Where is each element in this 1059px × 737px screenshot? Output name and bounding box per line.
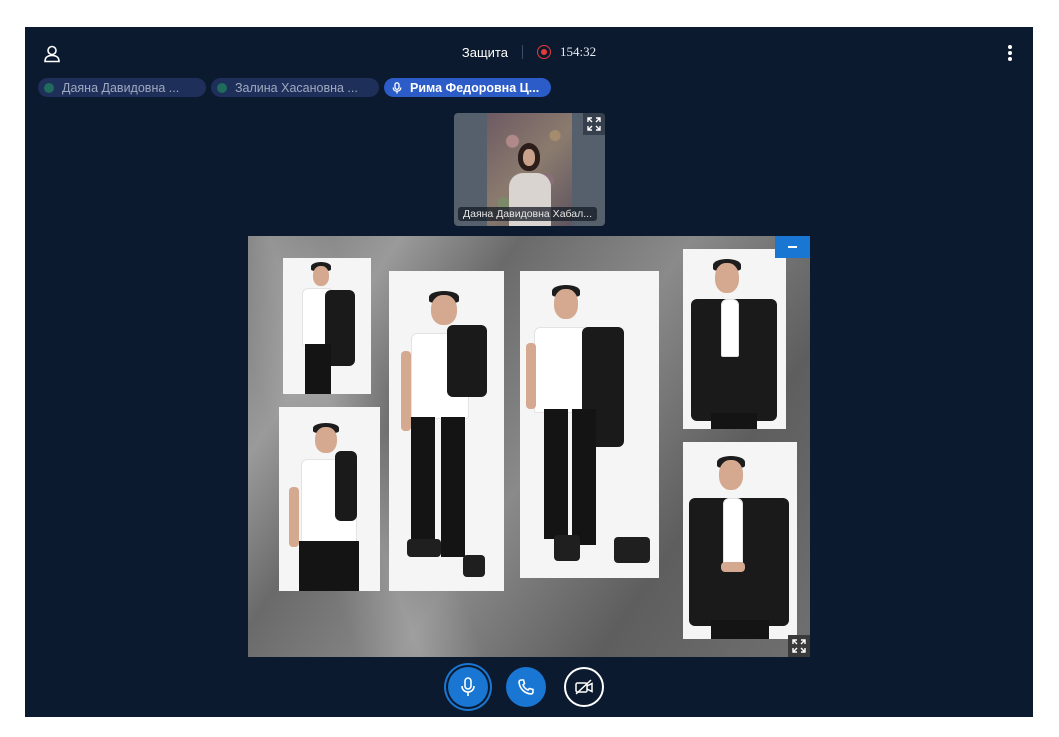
collage-photo [389,271,504,591]
participant-chips: Даяна Давидовна ... Залина Хасановна ...… [38,78,551,97]
title-group: Защита 154:32 [25,44,1033,60]
phone-icon [518,679,534,695]
expand-icon[interactable] [583,113,605,135]
call-controls [448,667,604,707]
participant-name: Рима Федоровна Ц... [410,80,540,95]
camera-button[interactable] [564,667,604,707]
minimize-icon[interactable] [775,236,810,258]
collage-photo [283,258,371,394]
microphone-icon [392,81,402,93]
more-vertical-icon[interactable] [1007,45,1013,63]
microphone-icon [461,677,475,696]
participant-video-tile[interactable]: Даяна Давидовна Хабал... [454,113,605,226]
collage-photo [683,442,797,639]
status-dot-icon [44,82,54,93]
recording-icon [536,45,551,59]
collage-photo [520,271,659,578]
collage-photo [279,407,380,591]
video-tile-label: Даяна Давидовна Хабал... [458,207,598,221]
participant-chip[interactable]: Даяна Давидовна ... [38,78,206,97]
collage-photo [683,249,786,429]
participant-name: Залина Хасановна ... [235,80,358,95]
participant-name: Даяна Давидовна ... [62,80,180,95]
expand-icon[interactable] [788,635,810,657]
participant-chip-active[interactable]: Рима Федоровна Ц... [384,78,551,97]
camera-off-icon [575,679,593,695]
divider [521,45,523,59]
top-bar: Защита 154:32 [25,27,1033,79]
shared-screen[interactable] [248,236,810,657]
page-title: Защита [461,44,508,60]
video-conference-window: Защита 154:32 Даяна Давидовна ... Залина… [25,27,1033,717]
microphone-button[interactable] [448,667,488,707]
call-timer: 154:32 [559,44,597,59]
participant-chip[interactable]: Залина Хасановна ... [211,78,379,97]
status-dot-icon [217,82,227,93]
end-call-button[interactable] [506,667,546,707]
